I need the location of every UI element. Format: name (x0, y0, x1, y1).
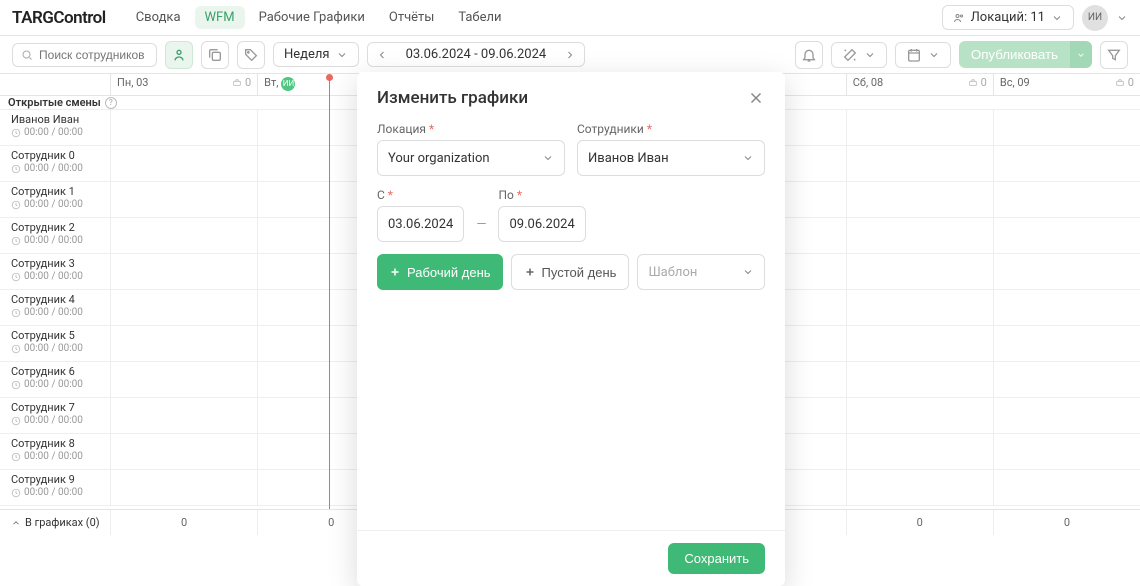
template-select[interactable]: Шаблон (637, 254, 765, 290)
date-separator: — (476, 217, 486, 242)
from-date-input[interactable]: 03.06.2024 (377, 206, 464, 242)
chevron-down-icon (542, 152, 554, 164)
edit-schedules-modal: Изменить графики Локация * Your organiza… (357, 72, 785, 586)
plus-icon (524, 266, 536, 278)
workday-button[interactable]: Рабочий день (377, 254, 503, 290)
close-button[interactable] (747, 89, 765, 107)
to-label: По * (498, 188, 585, 202)
location-select[interactable]: Your organization (377, 140, 565, 176)
chevron-down-icon (742, 266, 754, 278)
save-button[interactable]: Сохранить (668, 543, 765, 574)
modal-title: Изменить графики (377, 88, 528, 108)
to-date-input[interactable]: 09.06.2024 (498, 206, 585, 242)
chevron-down-icon (742, 152, 754, 164)
employees-select[interactable]: Иванов Иван (577, 140, 765, 176)
close-icon (747, 89, 765, 107)
employees-label: Сотрудники * (577, 122, 765, 136)
plus-icon (389, 266, 401, 278)
emptyday-button[interactable]: Пустой день (511, 254, 630, 290)
location-label: Локация * (377, 122, 565, 136)
from-label: С * (377, 188, 464, 202)
